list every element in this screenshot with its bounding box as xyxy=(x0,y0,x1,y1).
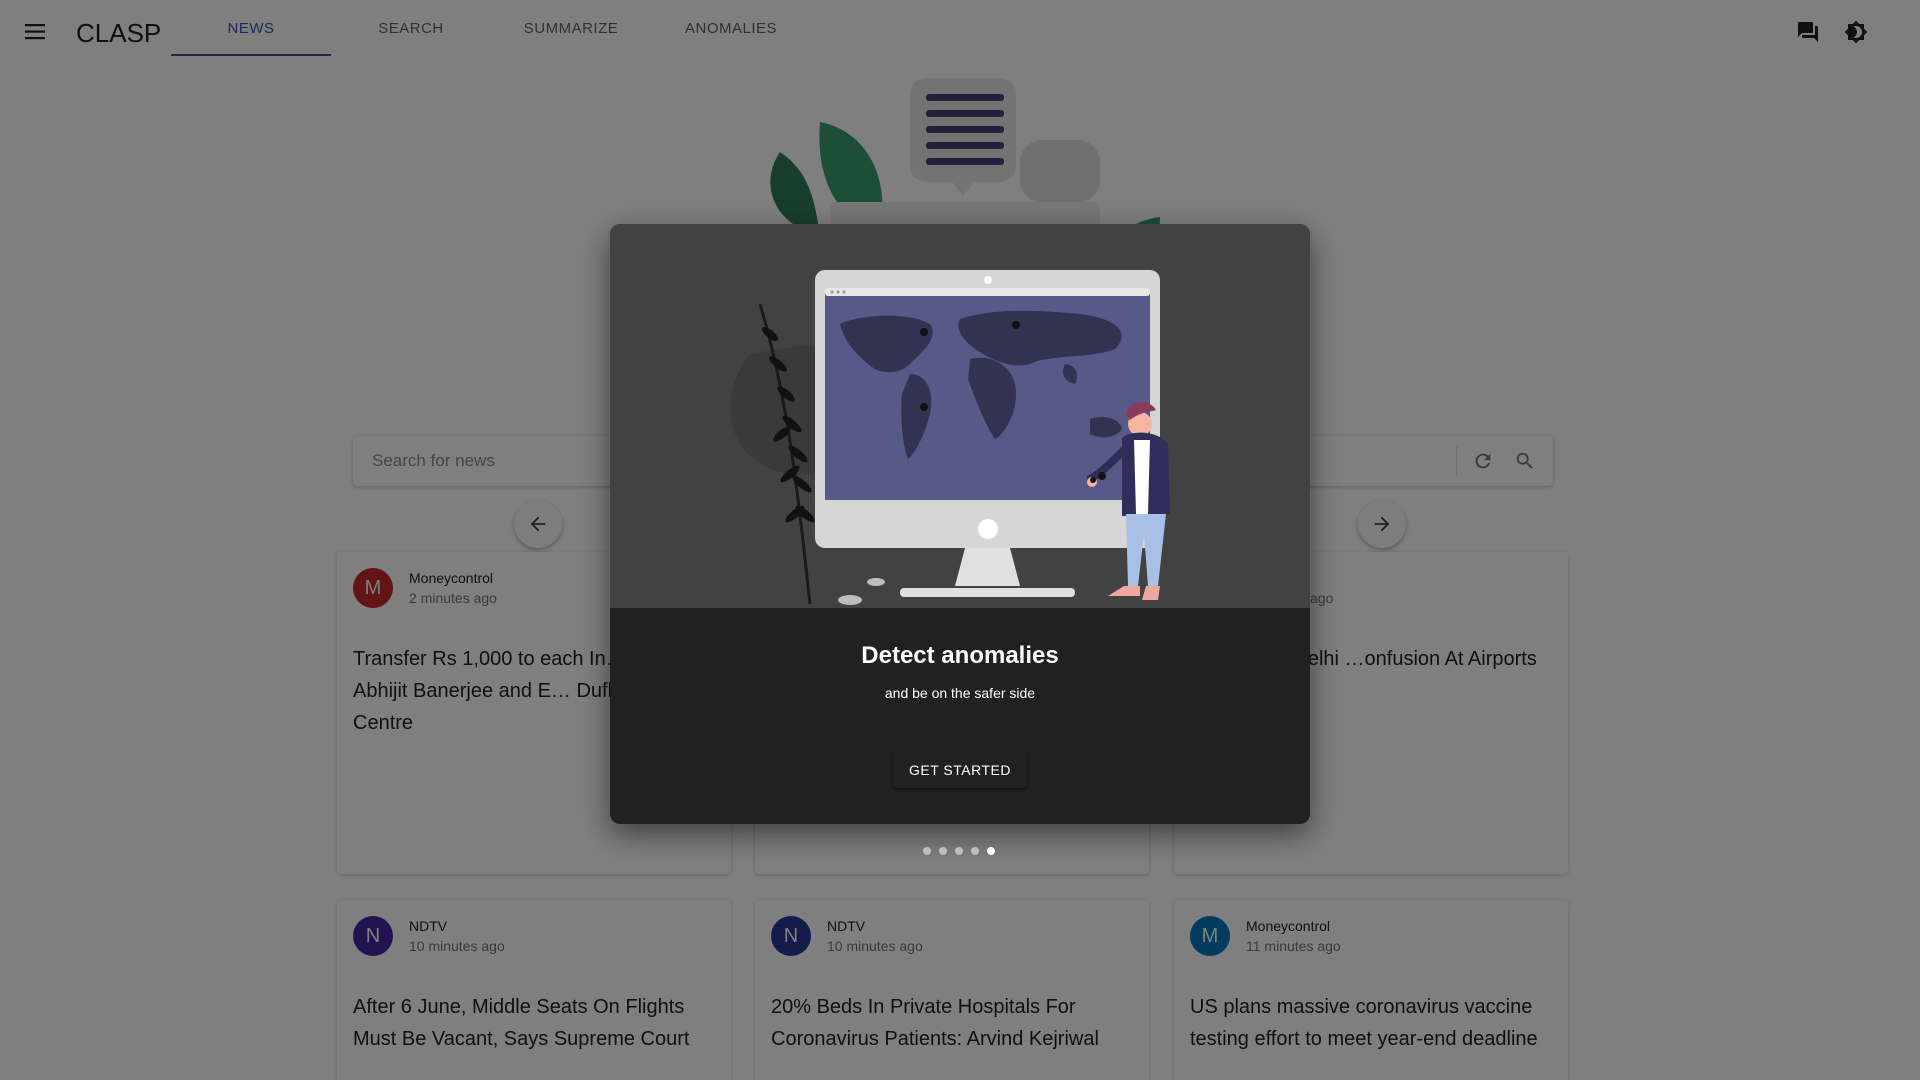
dialog-title: Detect anomalies xyxy=(861,642,1059,669)
onboarding-dialog: Detect anomalies and be on the safer sid… xyxy=(610,224,1310,824)
step-dot-4[interactable] xyxy=(971,847,979,855)
dialog-subtitle: and be on the safer side xyxy=(884,685,1036,701)
dialog-illustration xyxy=(610,224,1310,608)
step-dot-1[interactable] xyxy=(923,847,931,855)
get-started-button[interactable]: GET STARTED xyxy=(893,752,1027,788)
step-dot-3[interactable] xyxy=(955,847,963,855)
step-dot-5[interactable] xyxy=(987,847,995,855)
step-indicator xyxy=(923,847,995,855)
step-dot-2[interactable] xyxy=(939,847,947,855)
